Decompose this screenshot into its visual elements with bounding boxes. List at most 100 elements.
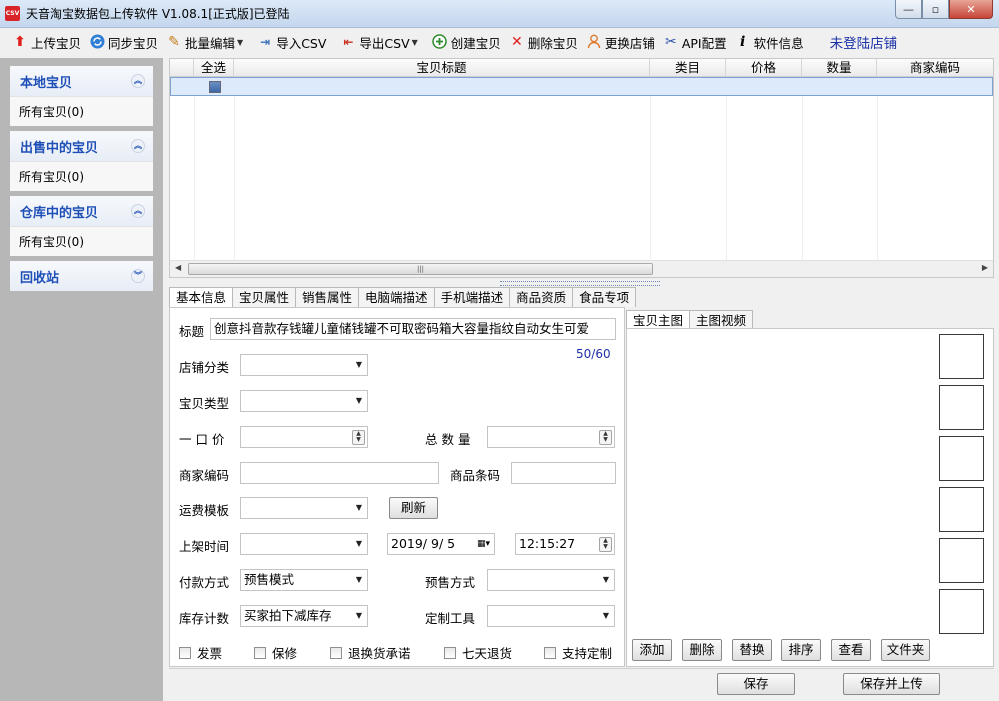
stock-count-select[interactable]: 买家拍下减库存 (240, 605, 368, 627)
shipping-template-select[interactable] (240, 497, 368, 519)
select-all-header[interactable]: 全选 (194, 59, 234, 77)
checkbox-box[interactable] (544, 646, 556, 659)
chevron-down-icon[interactable]: ▼ (412, 38, 418, 47)
checkbox-box[interactable] (444, 646, 456, 659)
sidebar-item-all-warehouse[interactable]: 所有宝贝(0) (10, 226, 153, 256)
image-slot[interactable] (939, 487, 984, 532)
save-button[interactable]: 保存 (717, 673, 795, 695)
image-slot[interactable] (939, 334, 984, 379)
tab-mobile-description[interactable]: 手机端描述 (433, 287, 511, 307)
upload-button[interactable]: ⬆ 上传宝贝 (8, 30, 85, 54)
invoice-checkbox[interactable]: 发票 (179, 643, 222, 662)
listing-clock-input[interactable]: 12:15:27 ▲ ▼ (515, 533, 615, 555)
column-merchant-code[interactable]: 商家编码 (877, 59, 993, 77)
delete-image-button[interactable]: 删除 (682, 639, 722, 661)
chevron-up-icon[interactable]: ︽ (131, 204, 145, 218)
warranty-checkbox[interactable]: 保修 (254, 643, 297, 662)
row-checkbox[interactable] (209, 81, 221, 93)
panel-splitter[interactable] (500, 281, 660, 286)
import-csv-button[interactable]: ⇥ 导入CSV (253, 30, 330, 54)
plus-circle-icon (432, 34, 448, 50)
scrollbar-thumb[interactable]: ||| (188, 263, 653, 275)
tab-basic-info[interactable]: 基本信息 (169, 287, 234, 308)
time-spinner[interactable]: ▲ ▼ (599, 537, 612, 552)
image-slot[interactable] (939, 385, 984, 430)
close-button[interactable]: ✕ (949, 0, 993, 19)
column-category[interactable]: 类目 (650, 59, 726, 77)
horizontal-scrollbar[interactable]: ◀ ||| ▶ (170, 260, 993, 277)
listing-time-select[interactable] (240, 533, 368, 555)
calendar-icon[interactable]: ▦▾ (477, 534, 490, 554)
barcode-input[interactable] (511, 462, 616, 484)
presale-method-select[interactable] (487, 569, 615, 591)
checkbox-box[interactable] (330, 646, 342, 659)
total-quantity-input[interactable]: ▲ ▼ (487, 426, 615, 448)
refresh-button[interactable]: 刷新 (389, 497, 438, 519)
sidebar-group-header[interactable]: 本地宝贝 ︽ (10, 66, 153, 96)
seven-day-return-checkbox-label: 七天退货 (462, 646, 513, 661)
delete-item-button[interactable]: ✕ 删除宝贝 (505, 30, 582, 54)
listing-time-label: 上架时间 (179, 539, 230, 554)
price-input[interactable]: ▲ ▼ (240, 426, 368, 448)
view-image-button[interactable]: 查看 (831, 639, 871, 661)
add-image-button[interactable]: 添加 (632, 639, 672, 661)
column-title[interactable]: 宝贝标题 (234, 59, 650, 77)
column-price[interactable]: 价格 (726, 59, 802, 77)
sidebar-group-header[interactable]: 仓库中的宝贝 ︽ (10, 196, 153, 226)
maximize-button[interactable]: ▫ (922, 0, 949, 19)
seven-day-return-checkbox[interactable]: 七天退货 (444, 643, 512, 662)
sidebar-group-header[interactable]: 回收站 ︾ (10, 261, 153, 291)
tab-food-special[interactable]: 食品专项 (572, 287, 637, 307)
api-config-button[interactable]: ✂ API配置 (659, 30, 731, 54)
item-type-select[interactable] (240, 390, 368, 412)
price-spinner[interactable]: ▲ ▼ (352, 430, 365, 445)
chevron-down-icon[interactable]: ▼ (237, 38, 243, 47)
custom-tool-select[interactable] (487, 605, 615, 627)
image-slot[interactable] (939, 436, 984, 481)
software-info-button[interactable]: i 软件信息 (731, 30, 808, 54)
replace-image-button[interactable]: 替换 (732, 639, 772, 661)
chevron-up-icon[interactable]: ︽ (131, 139, 145, 153)
checkbox-box[interactable] (179, 646, 191, 659)
sidebar-item-all-onsale[interactable]: 所有宝贝(0) (10, 161, 153, 191)
scroll-left-icon[interactable]: ◀ (175, 263, 181, 272)
info-icon: i (739, 34, 746, 50)
image-slot[interactable] (939, 589, 984, 634)
sync-button[interactable]: 同步宝贝 (85, 30, 162, 54)
batch-edit-button[interactable]: ✎ 批量编辑 ▼ (162, 30, 253, 54)
sort-image-button[interactable]: 排序 (781, 639, 821, 661)
create-item-button[interactable]: 创建宝贝 (428, 30, 505, 54)
chevron-down-icon[interactable]: ︾ (131, 269, 145, 283)
folder-button[interactable]: 文件夹 (881, 639, 930, 661)
return-promise-checkbox[interactable]: 退换货承诺 (330, 643, 411, 662)
merchant-code-input[interactable] (240, 462, 439, 484)
save-and-upload-button[interactable]: 保存并上传 (843, 673, 940, 695)
chevron-up-icon[interactable]: ︽ (131, 74, 145, 88)
quantity-spinner[interactable]: ▲ ▼ (599, 430, 612, 445)
switch-shop-button[interactable]: 更换店铺 (582, 30, 659, 54)
sidebar-group-title: 出售中的宝贝 (20, 140, 99, 156)
listing-date-picker[interactable]: 2019/ 9/ 5 ▦▾ (387, 533, 495, 555)
export-csv-button[interactable]: ⇤ 导出CSV ▼ (336, 30, 427, 54)
tab-main-video[interactable]: 主图视频 (689, 310, 754, 330)
switch-shop-label: 更换店铺 (604, 35, 655, 51)
image-slot[interactable] (939, 538, 984, 583)
scroll-right-icon[interactable]: ▶ (982, 263, 988, 272)
minimize-button[interactable]: — (895, 0, 922, 19)
checkbox-box[interactable] (254, 646, 266, 659)
grid-line (194, 96, 195, 261)
sidebar-group-header[interactable]: 出售中的宝贝 ︽ (10, 131, 153, 161)
login-status-link[interactable]: 未登陆店铺 (826, 30, 902, 54)
tab-pc-description[interactable]: 电脑端描述 (358, 287, 435, 307)
table-row[interactable] (170, 77, 993, 96)
title-input[interactable]: 创意抖音款存钱罐儿童储钱罐不可取密码箱大容量指纹自动女生可爱 (210, 318, 616, 340)
sidebar-item-all-local[interactable]: 所有宝贝(0) (10, 96, 153, 126)
payment-method-select[interactable]: 预售模式 (240, 569, 368, 591)
tab-item-attributes[interactable]: 宝贝属性 (232, 287, 297, 307)
support-custom-checkbox[interactable]: 支持定制 (544, 643, 612, 662)
column-quantity[interactable]: 数量 (802, 59, 877, 77)
tab-qualification[interactable]: 商品资质 (509, 287, 574, 307)
shop-category-select[interactable] (240, 354, 368, 376)
tab-sales-attributes[interactable]: 销售属性 (295, 287, 360, 307)
detail-tabs: 基本信息 宝贝属性 销售属性 电脑端描述 手机端描述 商品资质 食品专项 (169, 287, 637, 308)
